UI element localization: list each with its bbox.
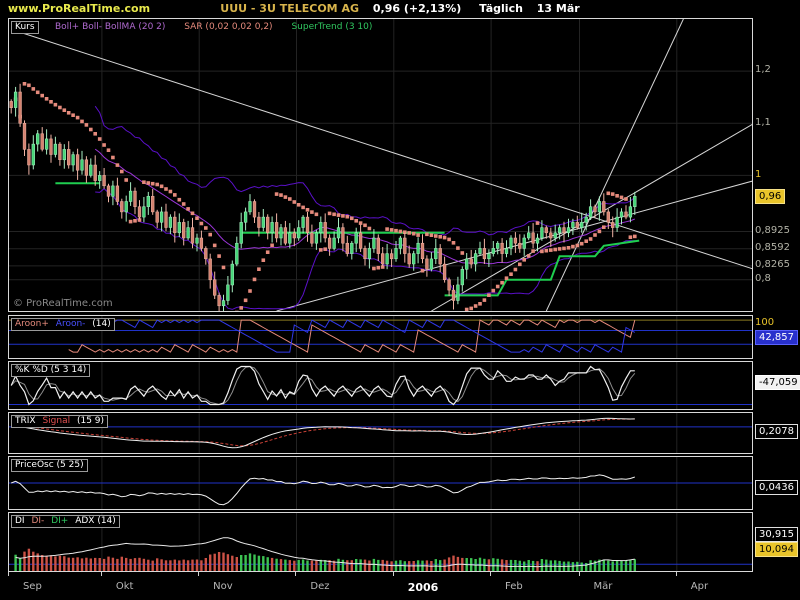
axis-month-label: Nov [213,581,233,592]
priceosc-value-badge: 0,0436 [755,480,798,495]
legend-di: DI [15,516,25,526]
legend-aroon-period: (14) [92,319,111,329]
price-chart-canvas[interactable] [9,19,752,311]
price-panel: Kurs Boll+ Boll- BollMA (20 2) SAR (0,02… [8,18,753,312]
price-axis-label-1: 1 [755,169,762,180]
instrument-name: UUU - 3U TELECOM AG [220,2,360,15]
trix-value-badge: 0,2078 [755,424,798,439]
header-bar: www.ProRealTime.com UUU - 3U TELECOM AG … [0,0,800,17]
date-label: 13 Mär [536,2,580,15]
prorealtime-chart-window: { "header": { "site": "www.ProRealTime.c… [0,0,800,600]
dmi-adx-value-badge: 30,915 [755,527,798,542]
legend-trix: TRIX [15,416,36,426]
axis-tick [578,572,580,576]
stochastic-value-badge: -47,059 [755,375,800,390]
legend-di-plus: DI+ [51,516,69,526]
trix-panel: TRIX Signal (15 9) [8,412,753,454]
aroon-value-badge: 42,857 [755,330,798,345]
priceosc-chart-canvas[interactable] [9,457,752,509]
aroon-panel-label[interactable]: Aroon+ Aroon- (14) [11,318,115,331]
timeframe-label: Täglich [479,2,523,15]
stochastic-chart-canvas[interactable] [9,362,752,409]
axis-month-label: Sep [22,581,42,592]
legend-trix-signal: Signal [42,416,71,426]
watermark: © ProRealTime.com [13,298,113,309]
legend-sar[interactable]: SAR (0,02 0,02 0,2) [184,22,272,32]
axis-tick [8,572,9,576]
aroon-chart-canvas[interactable] [9,316,752,358]
axis-tick [198,572,200,576]
aroon-axis-label-100: 100 [755,317,775,328]
legend-supertrend[interactable]: SuperTrend (3 10) [291,22,372,32]
legend-bollinger[interactable]: Boll+ Boll- BollMA (20 2) [55,22,165,32]
price-axis-label-08592: 0,8592 [755,242,790,253]
price-axis-label-08265: 0,8265 [755,259,790,270]
priceosc-panel: PriceOsc (5 25) [8,456,753,510]
dmi-panel: DI DI- DI+ ADX (14) [8,512,753,572]
time-axis[interactable]: Sep Okt Nov Dez 2006 Feb Mär Apr [0,572,800,600]
last-quote: 0,96 (+2,13%) [372,2,462,15]
stochastic-panel: %K %D (5 3 14) [8,361,753,410]
axis-tick [490,572,492,576]
axis-tick [392,572,394,576]
priceosc-panel-label[interactable]: PriceOsc (5 25) [11,459,88,472]
dmi-di-value-badge: 10,094 [755,542,798,557]
axis-month-label: Feb [505,581,523,592]
axis-month-label: Apr [690,581,709,592]
legend-aroon-down: Aroon- [55,319,86,329]
stochastic-panel-label[interactable]: %K %D (5 3 14) [11,364,91,377]
axis-tick [675,572,677,576]
price-axis-label-1-2: 1,2 [755,64,771,75]
price-axis-label-0-8: 0,8 [755,273,771,284]
current-price-badge: 0,96 [755,189,786,204]
axis-month-label: Mär [593,581,613,592]
price-panel-legend: Boll+ Boll- BollMA (20 2) SAR (0,02 0,02… [55,22,388,32]
legend-trix-params: (15 9) [76,416,105,426]
legend-di-minus: DI- [31,516,45,526]
axis-month-label: Okt [115,581,134,592]
price-axis-label-1-1: 1,1 [755,117,771,128]
price-panel-label[interactable]: Kurs [11,21,39,34]
dmi-chart-canvas[interactable] [9,513,752,571]
price-axis-label-08925: 0,8925 [755,225,790,236]
axis-tick [100,572,102,576]
axis-tick [295,572,297,576]
chart-title: UUU - 3U TELECOM AG 0,96 (+2,13%) Täglic… [0,2,800,15]
axis-month-label: Dez [310,581,330,592]
trix-panel-label[interactable]: TRIX Signal (15 9) [11,415,109,428]
legend-adx: ADX (14) [75,516,116,526]
legend-aroon-up: Aroon+ [15,319,49,329]
trix-chart-canvas[interactable] [9,413,752,453]
dmi-panel-label[interactable]: DI DI- DI+ ADX (14) [11,515,120,528]
axis-month-label: 2006 [407,581,439,594]
aroon-panel: Aroon+ Aroon- (14) [8,315,753,359]
